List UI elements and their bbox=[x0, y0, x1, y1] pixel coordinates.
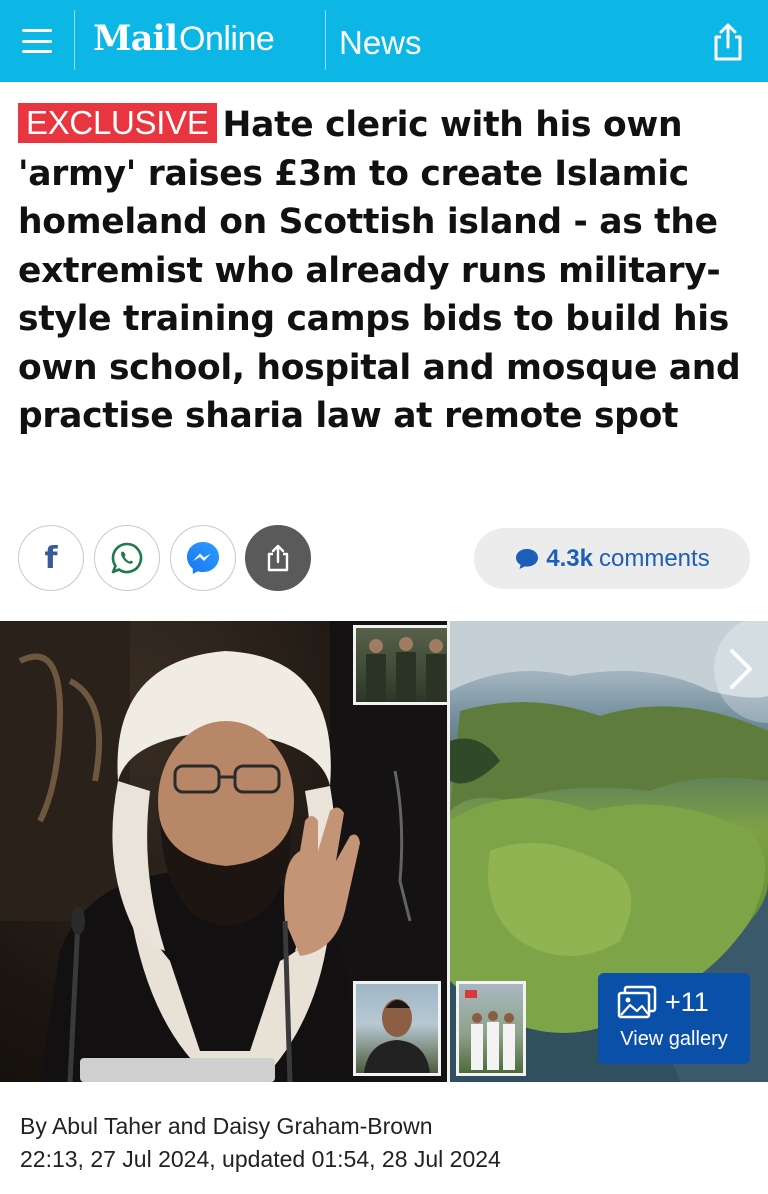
cleric-photo bbox=[0, 621, 473, 1082]
view-gallery-button[interactable]: +11 View gallery bbox=[598, 973, 750, 1064]
share-icon bbox=[714, 23, 742, 61]
comments-count: 4.3k bbox=[546, 544, 593, 572]
more-share-button[interactable] bbox=[245, 525, 311, 591]
header-divider bbox=[74, 10, 75, 70]
exclusive-badge: EXCLUSIVE bbox=[18, 103, 217, 143]
comment-bubble-icon bbox=[516, 548, 539, 569]
share-icon bbox=[267, 544, 289, 572]
menu-button[interactable] bbox=[0, 0, 74, 82]
site-header: Mail Online News bbox=[0, 0, 768, 82]
gallery-icon bbox=[617, 985, 657, 1019]
gallery-label: View gallery bbox=[620, 1028, 728, 1050]
header-share-button[interactable] bbox=[704, 18, 752, 66]
byline-authors[interactable]: By Abul Taher and Daisy Graham-Brown bbox=[20, 1110, 501, 1143]
facebook-icon: f bbox=[44, 540, 58, 576]
inset-photo-man bbox=[353, 981, 441, 1076]
section-news-link[interactable]: News bbox=[339, 24, 422, 62]
article-headline: EXCLUSIVE Hate cleric with his own 'army'… bbox=[18, 101, 754, 441]
chevron-right-icon bbox=[730, 649, 752, 689]
whatsapp-icon bbox=[111, 542, 143, 574]
hamburger-icon bbox=[22, 29, 52, 53]
logo-mail: Mail bbox=[93, 18, 178, 59]
comments-button[interactable]: 4.3k comments bbox=[474, 528, 750, 589]
site-logo[interactable]: Mail Online bbox=[93, 18, 275, 64]
messenger-share-button[interactable] bbox=[170, 525, 236, 591]
messenger-icon bbox=[187, 542, 219, 574]
inset-photo-procession bbox=[456, 981, 526, 1076]
comments-label: comments bbox=[599, 544, 710, 572]
whatsapp-share-button[interactable] bbox=[94, 525, 160, 591]
facebook-share-button[interactable]: f bbox=[18, 525, 84, 591]
article-byline: By Abul Taher and Daisy Graham-Brown 22:… bbox=[20, 1110, 501, 1176]
header-divider bbox=[325, 10, 326, 70]
byline-timestamp: 22:13, 27 Jul 2024, updated 01:54, 28 Ju… bbox=[20, 1146, 501, 1172]
headline-text: Hate cleric with his own 'army' raises £… bbox=[18, 105, 741, 436]
gallery-count: +11 bbox=[665, 987, 709, 1017]
logo-online: Online bbox=[179, 20, 275, 58]
